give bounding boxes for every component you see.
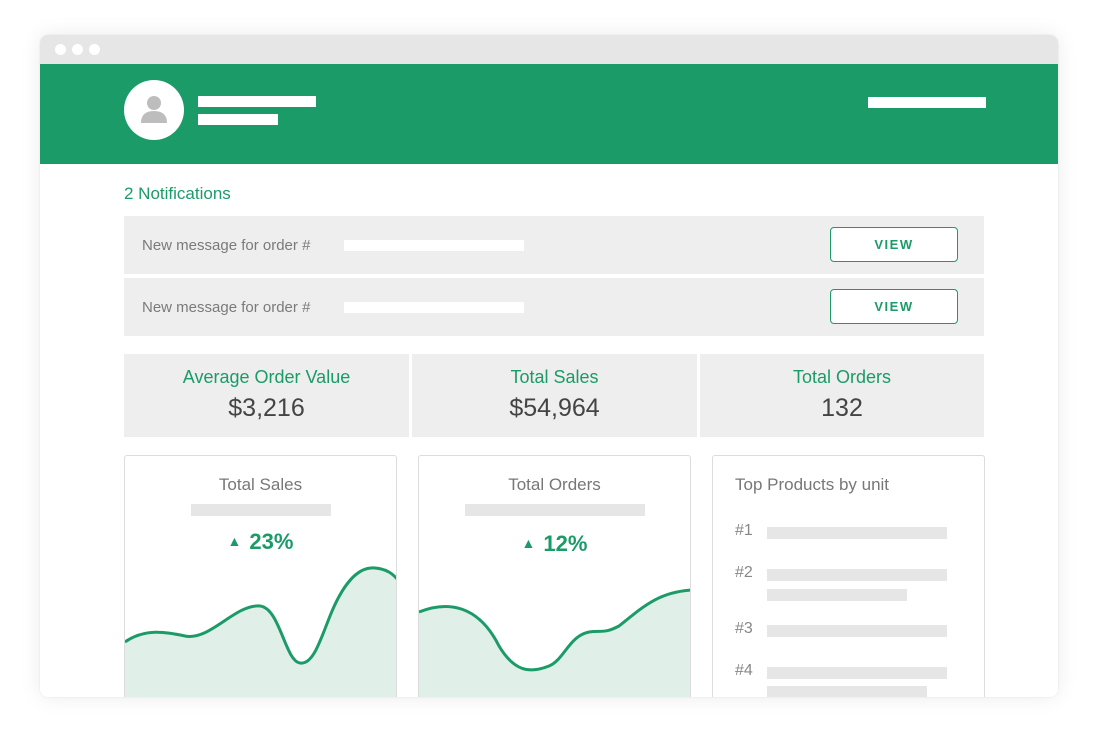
product-name-placeholder: [767, 625, 947, 637]
change-value: 12%: [543, 531, 588, 556]
notification-text: New message for order #: [142, 237, 311, 254]
card-title: Total Sales: [218, 475, 303, 494]
notification-item: New message for order # VIEW: [124, 278, 984, 336]
browser-window: 2 Notifications New message for order # …: [40, 35, 1058, 697]
user-icon: [141, 96, 167, 123]
avatar[interactable]: [124, 80, 184, 140]
notification-item: New message for order # VIEW: [124, 216, 984, 274]
stat-total-orders: Total Orders 132: [700, 354, 984, 437]
up-arrow-icon: ▲: [521, 535, 536, 551]
view-button[interactable]: VIEW: [830, 227, 958, 262]
stat-value: $54,964: [509, 394, 600, 422]
up-arrow-icon: ▲: [227, 533, 242, 549]
user-role-placeholder: [198, 114, 278, 125]
header-menu-placeholder[interactable]: [868, 97, 986, 108]
stat-label: Total Orders: [792, 367, 892, 387]
total-sales-card[interactable]: Total Sales ▲ 23%: [124, 455, 397, 697]
order-number-placeholder: [344, 302, 524, 313]
order-number-placeholder: [344, 240, 524, 251]
rank-label: #4: [735, 662, 753, 679]
stat-value: $3,216: [228, 394, 305, 422]
sales-change: ▲ 23%: [125, 529, 396, 555]
product-name-placeholder: [767, 667, 947, 679]
rank-label: #3: [735, 620, 753, 637]
rank-label: #1: [735, 522, 753, 539]
window-control-dot[interactable]: [55, 44, 66, 55]
product-name-placeholder: [767, 527, 947, 539]
card-title: Top Products by unit: [735, 475, 890, 494]
stat-label: Total Sales: [510, 367, 599, 387]
stat-average-order-value: Average Order Value $3,216: [124, 354, 409, 437]
user-name-placeholder: [198, 96, 316, 107]
window-titlebar: [40, 35, 1058, 64]
stat-label: Average Order Value: [182, 367, 351, 387]
card-title: Total Orders: [508, 475, 601, 494]
card-subtitle-placeholder: [191, 504, 331, 516]
orders-change: ▲ 12%: [419, 531, 690, 557]
product-detail-placeholder: [767, 686, 927, 697]
stat-value: 132: [821, 394, 863, 422]
app-header: [40, 64, 1058, 164]
stat-total-sales: Total Sales $54,964: [412, 354, 697, 437]
total-orders-card[interactable]: Total Orders ▲ 12%: [418, 455, 691, 697]
rank-label: #2: [735, 564, 753, 581]
window-control-dot[interactable]: [89, 44, 100, 55]
product-name-placeholder: [767, 569, 947, 581]
top-products-card[interactable]: Top Products by unit #1 #2 #3 #4: [712, 455, 985, 697]
card-subtitle-placeholder: [465, 504, 645, 516]
notifications-title: 2 Notifications: [124, 184, 231, 203]
view-button[interactable]: VIEW: [830, 289, 958, 324]
notification-text: New message for order #: [142, 299, 311, 316]
change-value: 23%: [249, 529, 294, 554]
window-control-dot[interactable]: [72, 44, 83, 55]
product-detail-placeholder: [767, 589, 907, 601]
